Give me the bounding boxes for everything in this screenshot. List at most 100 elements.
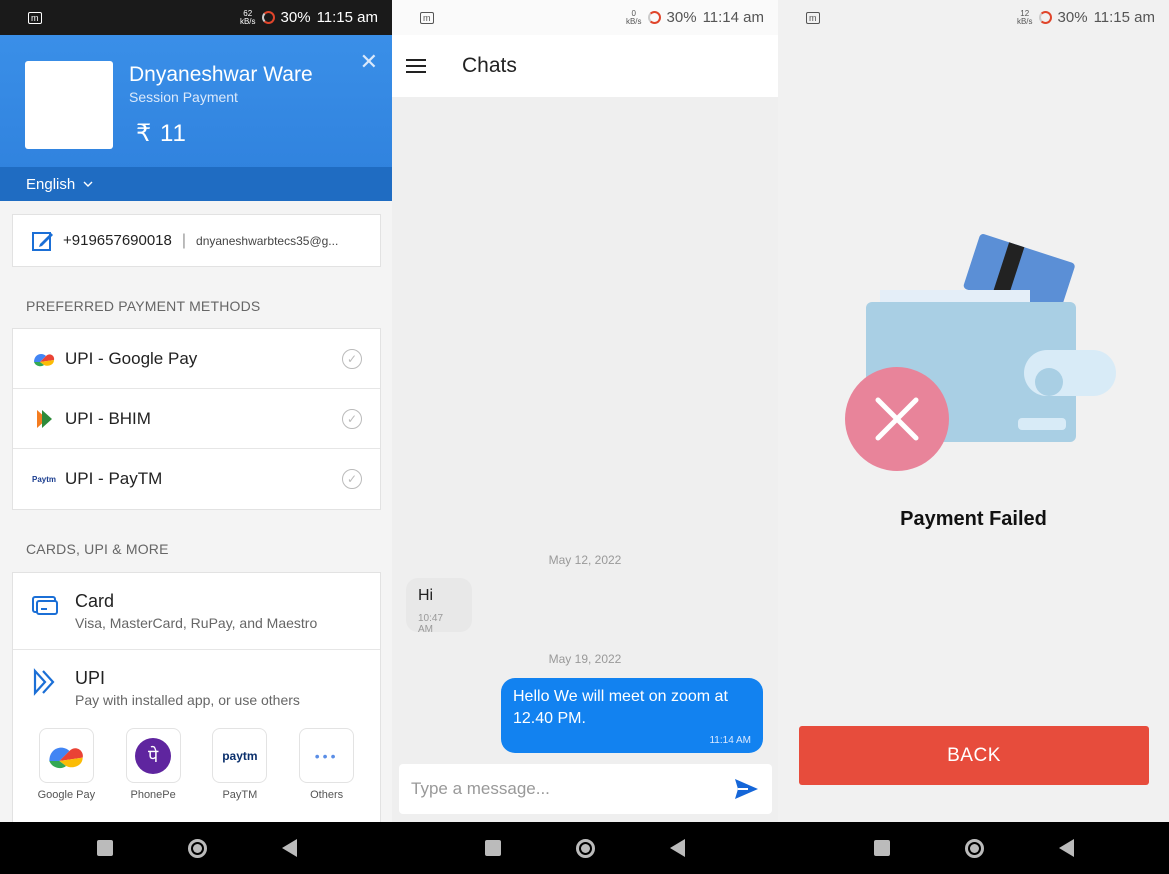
network-speed: 12 kB/s [1016, 8, 1033, 26]
recents-icon[interactable] [874, 840, 890, 856]
upi-app-others[interactable]: ••• Others [287, 728, 367, 801]
card-option-title: Card [75, 591, 115, 611]
payment-failed-screen: m 12 kB/s 30% 11:15 am Payment Failed BAC… [778, 0, 1169, 822]
upi-icon [33, 668, 55, 696]
clock: 11:15 am [316, 9, 378, 26]
battery-icon [261, 11, 275, 24]
method-label: UPI - PayTM [65, 469, 163, 488]
nav-group [485, 822, 685, 874]
phonepe-icon: पे [125, 728, 181, 783]
status-bar: m 12 kB/s 30% 11:15 am [778, 0, 1169, 35]
home-icon[interactable] [965, 838, 984, 858]
battery-level: 30% [280, 9, 311, 26]
method-label: UPI - BHIM [65, 408, 151, 428]
method-google-pay[interactable]: UPI - Google Pay ✓ [13, 329, 380, 389]
back-icon[interactable] [670, 839, 685, 857]
bhim-icon [31, 409, 57, 429]
contact-details[interactable]: +919657690018 | dnyaneshwarbtecs35@g... [12, 214, 381, 267]
app-label: Google Pay [37, 789, 96, 801]
language-selector[interactable]: English [0, 167, 392, 201]
paytm-icon: paytm [212, 728, 268, 783]
method-label: UPI - Google Pay [65, 348, 198, 368]
payment-header: Dnyaneshwar Ware Session Payment ₹ 11 ✕ … [0, 35, 392, 201]
edit-icon[interactable] [31, 229, 55, 253]
paytm-icon: Paytm [31, 474, 56, 484]
card-option[interactable]: Card Visa, MasterCard, RuPay, and Maestr… [13, 573, 380, 650]
message-composer [399, 764, 772, 814]
failure-message: Payment Failed [900, 508, 1047, 530]
recents-icon[interactable] [485, 840, 501, 856]
message-text: Hello We will meet on zoom at 12.40 PM. [513, 688, 728, 727]
merchant-name: Dnyaneshwar Ware [129, 63, 313, 86]
date-separator: May 19, 2022 [548, 652, 622, 666]
check-icon: ✓ [342, 408, 362, 429]
home-icon[interactable] [188, 838, 207, 858]
app-notification-icon: m [806, 11, 820, 24]
chat-screen: m 0 kB/s 30% 11:14 am Chats May 12, 2022 … [392, 0, 778, 822]
method-bhim[interactable]: UPI - BHIM ✓ [13, 389, 380, 449]
network-speed: 0 kB/s [625, 8, 642, 26]
message-input[interactable] [411, 779, 732, 799]
nav-group [97, 822, 297, 874]
battery-level: 30% [666, 9, 697, 26]
clock: 11:14 am [702, 9, 764, 26]
message-time: 11:14 AM [709, 735, 751, 746]
card-icon [32, 596, 58, 615]
contact-email: dnyaneshwarbtecs35@g... [196, 233, 339, 248]
incoming-message: Hi 10:47 AM [406, 578, 472, 635]
app-label: PayTM [222, 789, 258, 801]
preferred-methods-list: UPI - Google Pay ✓ UPI - BHIM ✓ Paytm UP… [12, 328, 381, 510]
message-time: 10:47 AM [418, 613, 444, 635]
battery-level: 30% [1057, 9, 1088, 26]
payment-screen: m 62 kB/s 30% 11:15 am Dnyaneshwar Ware S… [0, 0, 392, 822]
check-icon: ✓ [342, 348, 362, 369]
app-label: PhonePe [130, 789, 176, 801]
more-dots-icon: ••• [299, 728, 355, 783]
battery-icon [1038, 11, 1052, 24]
battery-icon [647, 11, 661, 24]
payment-failed-illustration [845, 234, 1116, 471]
app-notification-icon: m [28, 11, 42, 24]
upi-option-title: UPI [75, 668, 106, 688]
status-bar: m 0 kB/s 30% 11:14 am [392, 0, 778, 35]
back-button[interactable]: BACK [799, 726, 1149, 785]
method-paytm[interactable]: Paytm UPI - PayTM ✓ [13, 449, 380, 509]
upi-apps-row: Google Pay पे PhonePe paytm PayTM ••• Ot… [13, 728, 380, 801]
page-title: Chats [462, 54, 517, 77]
back-icon[interactable] [1059, 839, 1074, 857]
recents-icon[interactable] [97, 840, 113, 856]
contact-phone: +919657690018 [63, 232, 172, 249]
upi-app-google-pay[interactable]: Google Pay [26, 728, 106, 801]
clock: 11:15 am [1093, 9, 1155, 26]
merchant-logo [25, 61, 113, 149]
upi-app-phonepe[interactable]: पे PhonePe [113, 728, 193, 801]
system-navigation-bar [0, 822, 1169, 874]
google-pay-icon [31, 349, 57, 369]
send-icon[interactable] [732, 775, 760, 803]
date-separator: May 12, 2022 [548, 553, 622, 567]
menu-icon[interactable] [406, 55, 426, 77]
payment-description: Session Payment [129, 89, 238, 105]
upi-option[interactable]: UPI Pay with installed app, or use other… [13, 650, 380, 727]
upi-option-subtitle: Pay with installed app, or use others [75, 692, 300, 708]
language-label: English [26, 175, 76, 193]
divider: | [181, 231, 187, 249]
check-icon: ✓ [342, 469, 362, 489]
other-methods: Card Visa, MasterCard, RuPay, and Maestr… [12, 572, 381, 822]
close-icon[interactable]: ✕ [360, 49, 378, 75]
cards-upi-heading: CARDS, UPI & MORE [26, 541, 169, 557]
back-icon[interactable] [282, 839, 297, 857]
nav-group [874, 822, 1074, 874]
upi-app-paytm[interactable]: paytm PayTM [200, 728, 280, 801]
payment-amount: ₹ 11 [136, 120, 187, 147]
card-option-subtitle: Visa, MasterCard, RuPay, and Maestro [75, 615, 318, 631]
app-notification-icon: m [420, 11, 434, 24]
message-text: Hi [418, 587, 434, 604]
app-bar: Chats [392, 35, 778, 97]
network-speed: 62 kB/s [239, 8, 256, 26]
app-label: Others [310, 789, 344, 801]
chevron-down-icon [83, 179, 93, 190]
home-icon[interactable] [576, 838, 595, 858]
google-pay-icon [38, 728, 94, 783]
outgoing-message: Hello We will meet on zoom at 12.40 PM. … [501, 678, 763, 753]
